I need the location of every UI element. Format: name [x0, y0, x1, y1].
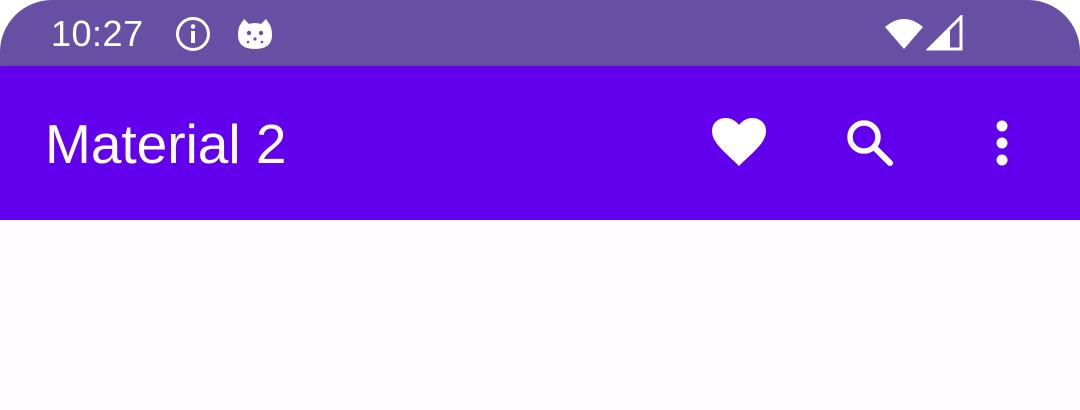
wifi-icon — [884, 15, 924, 53]
app-title: Material 2 — [45, 113, 287, 175]
more-vert-icon — [994, 120, 1010, 166]
status-time: 10:27 — [51, 13, 144, 54]
status-bar: 10:27 — [0, 0, 1080, 66]
phone-screen: 10:27 Material 2 — [0, 0, 1080, 410]
search-button[interactable] — [830, 103, 910, 183]
top-app-bar: Material 2 — [0, 66, 1080, 220]
heart-icon — [711, 118, 767, 168]
more-options-button[interactable] — [962, 103, 1042, 183]
content-area — [0, 220, 1080, 410]
search-icon — [845, 118, 895, 168]
cat-icon — [236, 15, 274, 53]
favorite-button[interactable] — [699, 103, 779, 183]
cell-signal-icon — [926, 15, 964, 53]
info-icon — [174, 15, 212, 53]
